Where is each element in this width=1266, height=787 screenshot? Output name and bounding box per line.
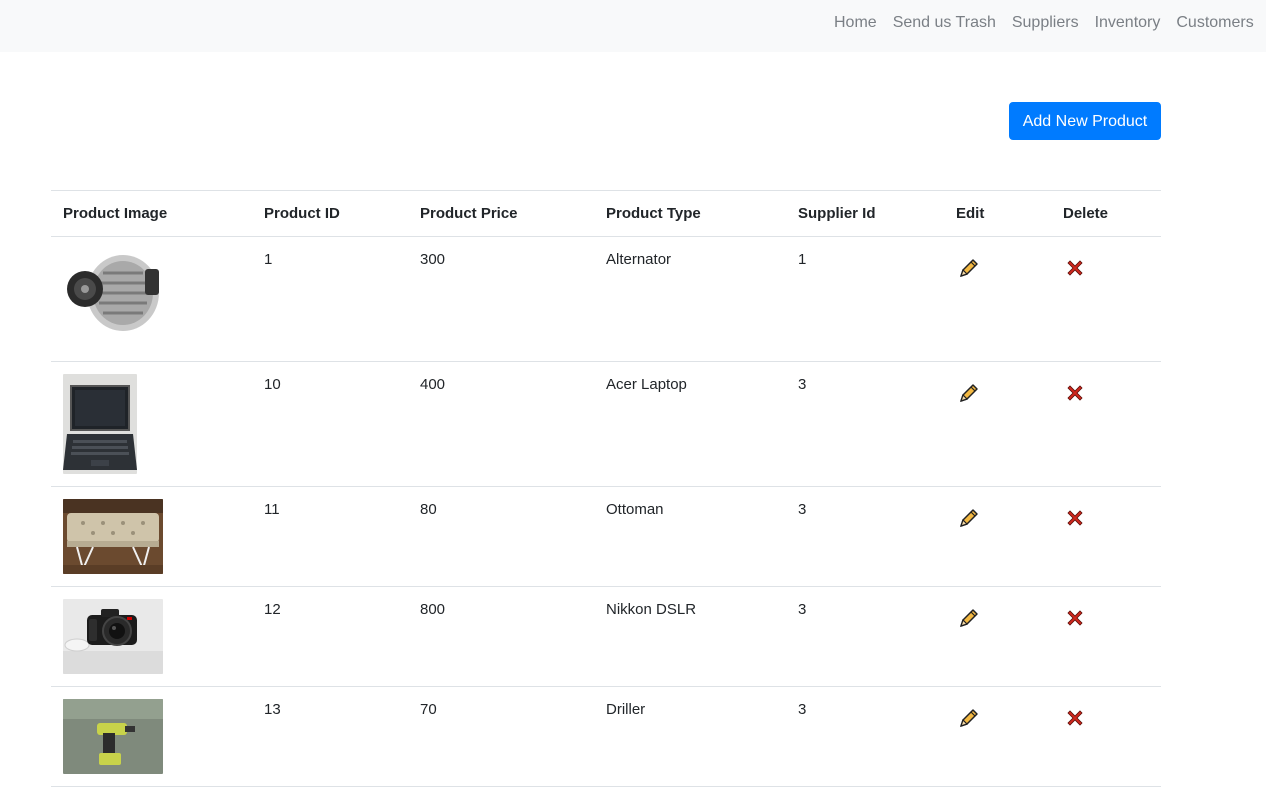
product-id-cell: 10 <box>252 362 408 487</box>
product-price-cell: 300 <box>408 237 594 362</box>
table-row: 10 400 Acer Laptop 3 <box>51 362 1161 487</box>
table-row: 12 800 Nikkon DSLR 3 <box>51 587 1161 687</box>
alternator-image <box>63 249 163 339</box>
delete-cell <box>1051 587 1161 687</box>
nav-link-send-us-trash[interactable]: Send us Trash <box>889 14 1000 32</box>
nav-link-home[interactable]: Home <box>830 14 881 32</box>
product-price-cell: 400 <box>408 362 594 487</box>
product-image-cell <box>51 362 252 487</box>
product-image-cell <box>51 587 252 687</box>
delete-cell <box>1051 487 1161 587</box>
product-id-cell: 1 <box>252 237 408 362</box>
delete-cell <box>1051 687 1161 787</box>
supplier-id-cell: 3 <box>786 687 944 787</box>
drill-image <box>63 699 163 774</box>
product-price-cell: 70 <box>408 687 594 787</box>
cross-icon[interactable] <box>1064 257 1086 283</box>
table-row: 1 300 Alternator 1 <box>51 237 1161 362</box>
ottoman-image <box>63 499 163 574</box>
nav-link-inventory[interactable]: Inventory <box>1091 14 1165 32</box>
product-type-cell: Driller <box>594 687 786 787</box>
header-supplier-id: Supplier Id <box>786 191 944 237</box>
cross-icon[interactable] <box>1064 507 1086 533</box>
nav-link-suppliers[interactable]: Suppliers <box>1008 14 1083 32</box>
header-product-type: Product Type <box>594 191 786 237</box>
product-image-cell <box>51 687 252 787</box>
table-row: 13 70 Driller 3 <box>51 687 1161 787</box>
header-edit: Edit <box>944 191 1051 237</box>
nav-link-customers[interactable]: Customers <box>1172 14 1257 32</box>
supplier-id-cell: 3 <box>786 362 944 487</box>
delete-cell <box>1051 237 1161 362</box>
product-type-cell: Ottoman <box>594 487 786 587</box>
navbar: Home Send us Trash Suppliers Inventory Custo… <box>0 0 1266 52</box>
edit-cell <box>944 237 1051 362</box>
pencil-icon[interactable] <box>958 382 980 408</box>
table-header: Product Image Product ID Product Price P… <box>51 191 1161 237</box>
products-table: Product Image Product ID Product Price P… <box>51 190 1161 787</box>
pencil-icon[interactable] <box>958 607 980 633</box>
pencil-icon[interactable] <box>958 257 980 283</box>
product-type-cell: Nikkon DSLR <box>594 587 786 687</box>
product-image-cell <box>51 237 252 362</box>
edit-cell <box>944 487 1051 587</box>
pencil-icon[interactable] <box>958 707 980 733</box>
product-type-cell: Alternator <box>594 237 786 362</box>
header-product-image: Product Image <box>51 191 252 237</box>
table-body: 1 300 Alternator 1 <box>51 237 1161 787</box>
pencil-icon[interactable] <box>958 507 980 533</box>
nav-links: Home Send us Trash Suppliers Inventory Custo… <box>826 14 1266 32</box>
cross-icon[interactable] <box>1064 607 1086 633</box>
supplier-id-cell: 3 <box>786 487 944 587</box>
header-delete: Delete <box>1051 191 1161 237</box>
product-image-cell <box>51 487 252 587</box>
product-id-cell: 13 <box>252 687 408 787</box>
delete-cell <box>1051 362 1161 487</box>
product-price-cell: 80 <box>408 487 594 587</box>
edit-cell <box>944 362 1051 487</box>
header-product-id: Product ID <box>252 191 408 237</box>
product-price-cell: 800 <box>408 587 594 687</box>
cross-icon[interactable] <box>1064 382 1086 408</box>
supplier-id-cell: 3 <box>786 587 944 687</box>
product-type-cell: Acer Laptop <box>594 362 786 487</box>
header-product-price: Product Price <box>408 191 594 237</box>
add-new-product-button[interactable]: Add New Product <box>1009 102 1161 140</box>
laptop-image <box>63 374 137 474</box>
product-id-cell: 11 <box>252 487 408 587</box>
supplier-id-cell: 1 <box>786 237 944 362</box>
products-table-container: Product Image Product ID Product Price P… <box>51 190 1161 787</box>
table-row: 11 80 Ottoman 3 <box>51 487 1161 587</box>
cross-icon[interactable] <box>1064 707 1086 733</box>
camera-image <box>63 599 163 674</box>
edit-cell <box>944 587 1051 687</box>
product-id-cell: 12 <box>252 587 408 687</box>
edit-cell <box>944 687 1051 787</box>
